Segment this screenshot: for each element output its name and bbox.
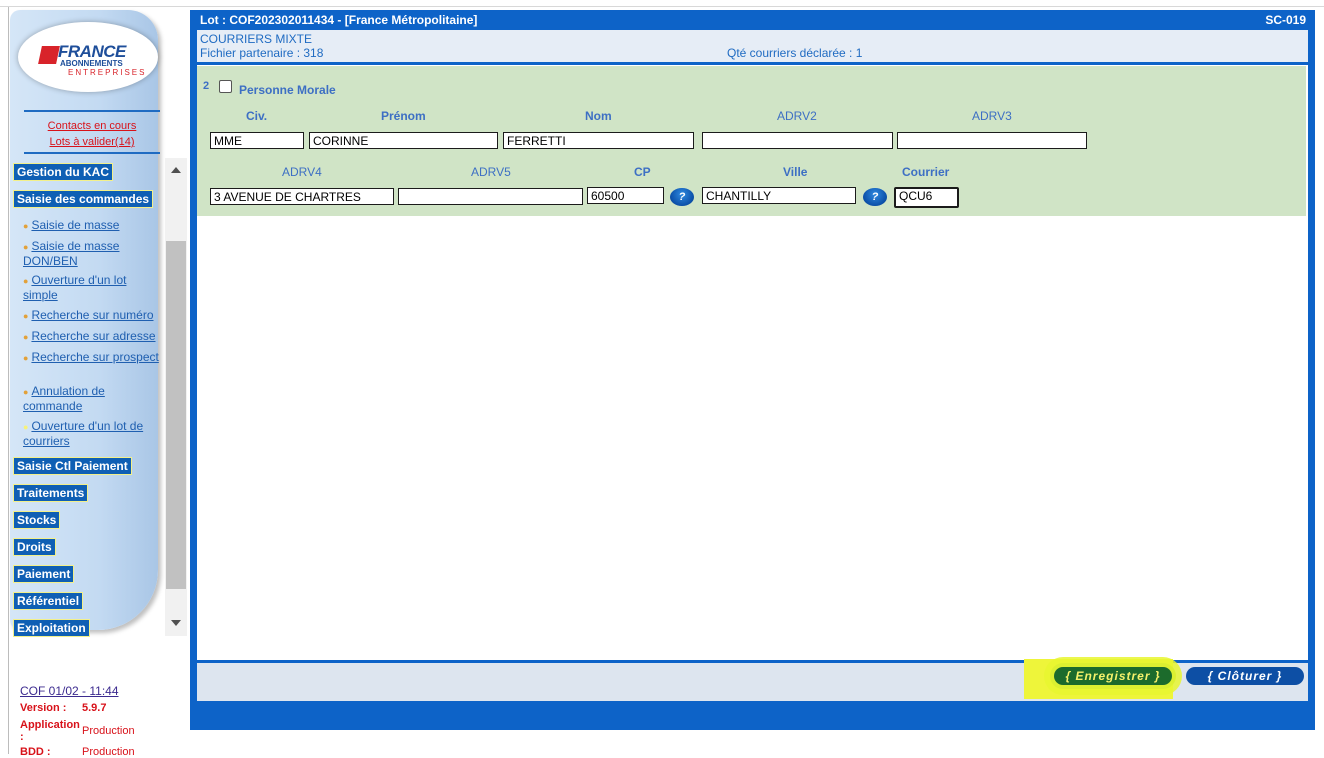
session-info[interactable]: COF 01/02 - 11:44: [20, 684, 119, 698]
bullet-icon: ●: [23, 387, 29, 397]
divider: [24, 152, 160, 154]
submenu-recherche-prospect[interactable]: Recherche sur prospect: [31, 350, 158, 364]
submenu-item[interactable]: ● Ouverture d'un lot de courriers: [23, 419, 159, 448]
menu-saisie-commandes[interactable]: Saisie des commandes: [13, 190, 154, 208]
logo-mark-icon: [38, 46, 60, 64]
menu-paiement[interactable]: Paiement: [13, 565, 75, 583]
bullet-icon: ●: [23, 422, 29, 432]
row-number: 2: [203, 80, 210, 92]
contacts-en-cours-link[interactable]: Contacts en cours: [24, 120, 160, 132]
adrv3-label: ADRV3: [972, 109, 1012, 123]
version-row: Version : 5.9.7: [20, 702, 106, 714]
application-row: Application :: [20, 719, 80, 743]
logo-text-entreprises: ENTREPRISES: [68, 68, 147, 77]
bullet-icon: ●: [23, 332, 29, 342]
bullet-icon: ●: [23, 353, 29, 363]
lot-type: COURRIERS MIXTE: [200, 32, 313, 46]
menu-traitements[interactable]: Traitements: [13, 484, 89, 502]
cloturer-button[interactable]: { Clôturer }: [1186, 667, 1304, 685]
menu-droits[interactable]: Droits: [13, 538, 56, 556]
submenu-item[interactable]: ● Recherche sur numéro: [23, 308, 159, 323]
address-form: 2 Personne Morale Civ. Prénom Nom ADRV2 …: [197, 66, 1306, 216]
prenom-label: Prénom: [381, 109, 426, 123]
title-bar: Lot : COF202302011434 - [France Métropol…: [190, 10, 1315, 30]
submenu-ouverture-lot-simple[interactable]: Ouverture d'un lot simple: [23, 273, 126, 302]
adrv5-label: ADRV5: [471, 165, 511, 179]
submenu-recherche-numero[interactable]: Recherche sur numéro: [31, 308, 153, 322]
bullet-icon: ●: [23, 276, 29, 286]
nom-label: Nom: [585, 109, 612, 123]
logo-text-abonnements: ABONNEMENTS: [60, 59, 123, 68]
submenu-recherche-adresse[interactable]: Recherche sur adresse: [31, 329, 155, 343]
civ-input[interactable]: MME: [210, 132, 304, 149]
ville-help-icon[interactable]: ?: [863, 188, 887, 206]
content-area: 2 Personne Morale Civ. Prénom Nom ADRV2 …: [197, 65, 1308, 660]
bdd-row: BDD :: [20, 746, 51, 758]
submenu-annulation-commande[interactable]: Annulation de commande: [23, 384, 105, 413]
submenu-saisie-masse-don-ben[interactable]: Saisie de masse DON/BEN: [23, 239, 119, 268]
submenu-item[interactable]: ● Annulation de commande: [23, 384, 159, 413]
submenu-item[interactable]: ● Recherche sur adresse: [23, 329, 159, 344]
adrv5-input[interactable]: [398, 188, 583, 205]
version-value: 5.9.7: [82, 702, 107, 714]
adrv4-label: ADRV4: [282, 165, 322, 179]
menu-gestion-kac[interactable]: Gestion du KAC: [13, 163, 113, 181]
version-label: Version :: [20, 702, 67, 714]
cp-input[interactable]: 60500: [587, 187, 664, 204]
scroll-down-arrow-icon[interactable]: [165, 610, 187, 636]
cp-help-icon[interactable]: ?: [670, 188, 694, 206]
adrv2-label: ADRV2: [777, 109, 817, 123]
application-label: Application :: [20, 719, 80, 743]
cp-label: CP: [634, 165, 651, 179]
lots-a-valider-link[interactable]: Lots à valider(14): [24, 136, 160, 148]
submenu-item[interactable]: ● Ouverture d'un lot simple: [23, 273, 159, 302]
courrier-label: Courrier: [902, 165, 950, 179]
menu-saisie-ctl-paiement[interactable]: Saisie Ctl Paiement: [13, 457, 132, 475]
lot-title: Lot : COF202302011434 - [France Métropol…: [200, 13, 478, 27]
fichier-partenaire: Fichier partenaire : 318: [200, 46, 324, 60]
browser-top-border: [0, 0, 1324, 7]
menu-stocks[interactable]: Stocks: [13, 511, 61, 529]
scroll-up-arrow-icon[interactable]: [165, 158, 187, 184]
frame-left-edge: [0, 7, 9, 754]
courrier-input[interactable]: QCU6: [894, 187, 959, 208]
bullet-icon: ●: [23, 311, 29, 321]
bdd-label: BDD :: [20, 746, 51, 758]
ville-label: Ville: [783, 165, 808, 179]
qte-courriers: Qté courriers déclarée : 1: [727, 46, 863, 60]
personne-morale-checkbox[interactable]: [219, 80, 232, 93]
divider: [24, 110, 160, 112]
application-value-wrap: Production: [82, 725, 135, 737]
lot-info: COURRIERS MIXTE Fichier partenaire : 318…: [197, 30, 1308, 62]
application-value: Production: [82, 725, 135, 737]
bullet-icon: ●: [23, 242, 29, 252]
bdd-value-wrap: Production: [82, 746, 135, 758]
submenu-ouverture-lot-courriers[interactable]: Ouverture d'un lot de courriers: [23, 419, 143, 448]
menu-referentiel[interactable]: Référentiel: [13, 592, 84, 610]
adrv3-input[interactable]: [897, 132, 1087, 149]
submenu-item[interactable]: ● Recherche sur prospect: [23, 350, 159, 365]
nom-input[interactable]: FERRETTI: [503, 132, 694, 149]
submenu-item[interactable]: ● Saisie de masse DON/BEN: [23, 239, 159, 268]
submenu-saisie-masse[interactable]: Saisie de masse: [31, 218, 119, 232]
logo: FRANCE ABONNEMENTS ENTREPRISES: [18, 22, 158, 92]
main-panel: Lot : COF202302011434 - [France Métropol…: [190, 10, 1315, 730]
menu-exploitation[interactable]: Exploitation: [13, 619, 90, 637]
adrv2-input[interactable]: [702, 132, 893, 149]
bdd-value: Production: [82, 746, 135, 758]
personne-morale-label: Personne Morale: [239, 83, 336, 97]
bullet-icon: ●: [23, 221, 29, 231]
sidebar-scrollbar[interactable]: [165, 158, 187, 636]
ville-input[interactable]: CHANTILLY: [702, 187, 856, 204]
scrollbar-thumb[interactable]: [166, 241, 186, 589]
adrv4-input[interactable]: 3 AVENUE DE CHARTRES: [210, 188, 394, 205]
prenom-input[interactable]: CORINNE: [309, 132, 498, 149]
civ-label: Civ.: [246, 109, 268, 123]
enregistrer-button[interactable]: { Enregistrer }: [1054, 667, 1172, 685]
session-link[interactable]: COF 01/02 - 11:44: [20, 684, 119, 698]
submenu-item[interactable]: ● Saisie de masse: [23, 218, 159, 233]
screen-code: SC-019: [1265, 13, 1306, 27]
